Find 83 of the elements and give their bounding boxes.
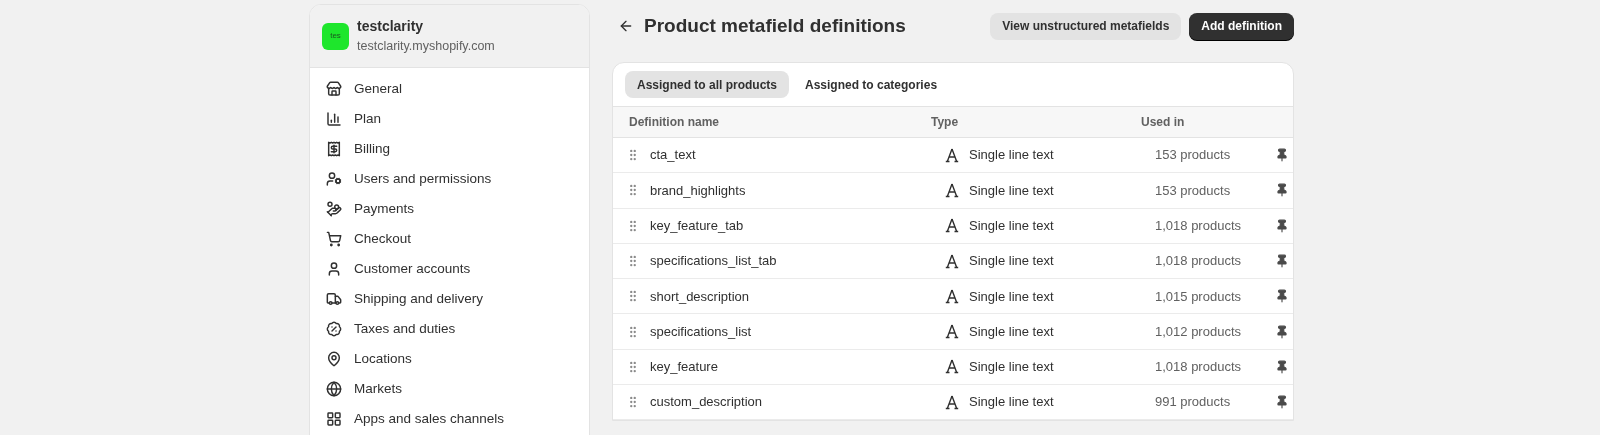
- letter-type-icon: [945, 359, 959, 375]
- table-cell-text: Single line text: [969, 393, 1054, 412]
- table-cell-text: specifications_list: [650, 322, 753, 341]
- sidebar-item[interactable]: Markets: [326, 374, 573, 404]
- table-cell-text: Single line text: [969, 146, 1054, 165]
- store-name: testclarity: [357, 17, 425, 36]
- percent-badge-icon: [326, 321, 342, 337]
- pin-icon[interactable]: [1275, 183, 1289, 198]
- store-avatar: tes: [322, 22, 349, 50]
- letter-type-icon: [945, 147, 959, 163]
- table-cell-text: specifications_list_tab: [650, 252, 778, 271]
- table-cell-text: 153 products: [1155, 181, 1232, 200]
- sidebar-item[interactable]: Billing: [326, 134, 573, 164]
- definition-row[interactable]: specifications_list_tab Single line text 1,018 products: [613, 243, 1293, 280]
- sidebar-item[interactable]: Locations: [326, 344, 573, 374]
- column-header: Type: [931, 114, 960, 131]
- store-icon: [326, 81, 342, 97]
- user-icon: [326, 171, 342, 187]
- sidebar-item[interactable]: Users and permissions: [326, 164, 573, 194]
- person-icon: [326, 261, 342, 277]
- table-cell-text: cta_text: [650, 146, 697, 165]
- page-title: Product metafield definitions: [644, 13, 906, 38]
- sidebar-item[interactable]: Payments: [326, 194, 573, 224]
- sidebar-item[interactable]: Shipping and delivery: [326, 284, 573, 314]
- table-cell-text: Single line text: [969, 322, 1054, 341]
- hand-coins-icon: [326, 201, 342, 217]
- definition-row[interactable]: specifications_list Single line text 1,012 products: [613, 314, 1293, 350]
- definition-row[interactable]: key_feature Single line text 1,018 products: [613, 349, 1293, 386]
- table-cell-text: Single line text: [969, 287, 1054, 306]
- cart-icon: [326, 231, 342, 247]
- truck-icon: [326, 291, 342, 307]
- table-cell-text: Single line text: [969, 181, 1054, 200]
- table-cell-text: 1,018 products: [1155, 358, 1242, 377]
- tab[interactable]: Assigned to categories: [793, 71, 950, 98]
- pin-icon[interactable]: [1275, 148, 1289, 163]
- table-cell-text: Single line text: [969, 217, 1054, 235]
- table-cell-text: Single line text: [969, 252, 1054, 271]
- column-header: Definition name: [628, 114, 720, 131]
- table-cell-text: 1,012 products: [1155, 322, 1242, 341]
- view-metafields-button[interactable]: View unstructured metafields: [990, 12, 1182, 40]
- definition-row[interactable]: cta_text Single line text 153 products: [613, 138, 1293, 174]
- letter-type-icon: [945, 288, 959, 304]
- add-definition-button[interactable]: Add definition: [1189, 12, 1294, 40]
- pin-icon[interactable]: [1275, 254, 1289, 269]
- table-cell-text: custom_description: [650, 393, 763, 412]
- definition-row[interactable]: brand_highlights Single line text 153 products: [613, 173, 1293, 209]
- letter-type-icon: [945, 182, 959, 198]
- receipt-icon: [326, 141, 342, 157]
- pin-icon[interactable]: [1275, 324, 1289, 339]
- tab[interactable]: Assigned to all products: [625, 71, 789, 98]
- definition-row[interactable]: custom_description Single line text 991 products: [613, 385, 1293, 421]
- store-domain: testclarity.myshopify.com: [357, 38, 495, 55]
- table-cell-text: brand_highlights: [650, 181, 747, 200]
- table-cell-text: key_feature_tab: [650, 217, 745, 235]
- globe-icon: [326, 381, 342, 397]
- sidebar-item[interactable]: Plan: [326, 104, 573, 134]
- sidebar-item[interactable]: Taxes and duties: [326, 314, 573, 344]
- pin-icon[interactable]: [1275, 289, 1289, 304]
- table-cell-text: Single line text: [969, 358, 1054, 377]
- bar-chart-icon: [326, 111, 342, 127]
- table-cell-text: key_feature: [650, 358, 719, 377]
- letter-type-icon: [945, 218, 959, 234]
- table-cell-text: 1,015 products: [1155, 287, 1242, 306]
- column-header: Used in: [1141, 114, 1185, 131]
- sidebar-item[interactable]: General: [326, 74, 573, 104]
- table-cell-text: 153 products: [1155, 146, 1232, 165]
- pin-icon[interactable]: [1275, 395, 1289, 410]
- table-cell-text: 991 products: [1155, 393, 1232, 412]
- pin-icon[interactable]: [1275, 218, 1289, 233]
- table-cell-text: 1,018 products: [1155, 217, 1242, 235]
- map-pin-icon: [326, 351, 342, 367]
- letter-type-icon: [945, 324, 959, 340]
- definition-row[interactable]: key_feature_tab Single line text 1,018 products: [613, 208, 1293, 244]
- definition-row[interactable]: short_description Single line text 1,015 products: [613, 279, 1293, 315]
- letter-type-icon: [945, 253, 959, 269]
- table-cell-text: 1,018 products: [1155, 252, 1242, 271]
- sidebar-item[interactable]: Apps and sales channels: [326, 404, 573, 434]
- table-cell-text: short_description: [650, 287, 750, 306]
- sidebar-item[interactable]: Customer accounts: [326, 254, 573, 284]
- pin-icon[interactable]: [1275, 359, 1289, 374]
- letter-type-icon: [945, 394, 959, 410]
- grid-icon: [326, 411, 342, 427]
- sidebar-item[interactable]: Checkout: [326, 224, 573, 254]
